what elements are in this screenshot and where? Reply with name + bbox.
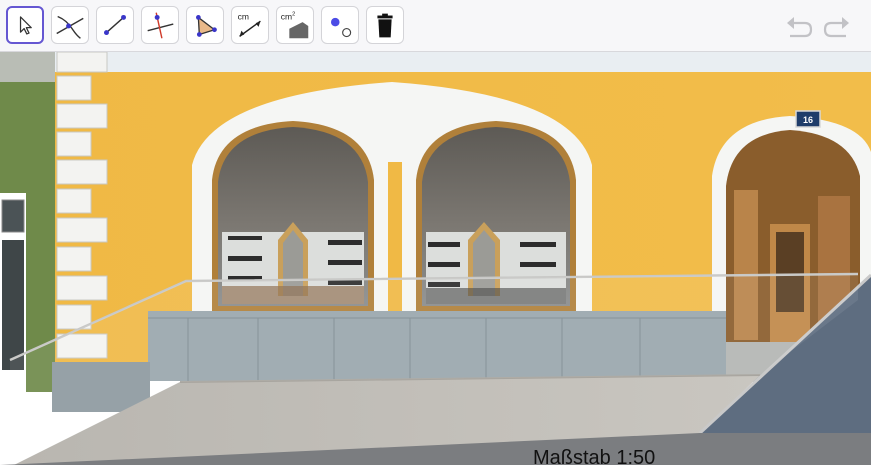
redo-icon [823, 17, 849, 38]
delete-tool-button[interactable] [366, 6, 404, 44]
distance-measure-icon: cm [238, 11, 261, 37]
area-measure-icon: cm 2 [281, 11, 309, 39]
house-number: 16 [803, 115, 813, 125]
scale-label[interactable]: Maßstab 1:50 [533, 447, 655, 465]
point-style-tool-button[interactable] [321, 6, 359, 44]
polygon-icon [196, 15, 217, 37]
perpendicular-line-icon [147, 12, 174, 39]
undo-icon [787, 17, 813, 38]
intersect-tool-button[interactable] [51, 6, 89, 44]
distance-tool-button[interactable]: cm [231, 6, 269, 44]
undo-button[interactable] [784, 12, 814, 42]
move-tool-button[interactable] [6, 6, 44, 44]
graphics-view[interactable]: 16 Maßstab 1:50 [0, 52, 871, 465]
cursor-arrow-icon [19, 16, 32, 35]
segment-icon [104, 14, 126, 36]
point-style-icon [331, 17, 352, 38]
segment-tool-button[interactable] [96, 6, 134, 44]
background-photo: 16 [0, 52, 871, 465]
perpendicular-line-tool-button[interactable] [141, 6, 179, 44]
area-tool-button[interactable]: cm 2 [276, 6, 314, 44]
area-unit-label: cm [281, 11, 292, 21]
redo-button[interactable] [822, 12, 852, 42]
intersect-icon [56, 15, 84, 39]
area-unit-superscript: 2 [292, 12, 295, 18]
trash-icon [377, 13, 393, 38]
distance-unit-label: cm [238, 11, 249, 21]
polygon-tool-button[interactable] [186, 6, 224, 44]
toolbar: cm cm 2 [0, 0, 871, 52]
